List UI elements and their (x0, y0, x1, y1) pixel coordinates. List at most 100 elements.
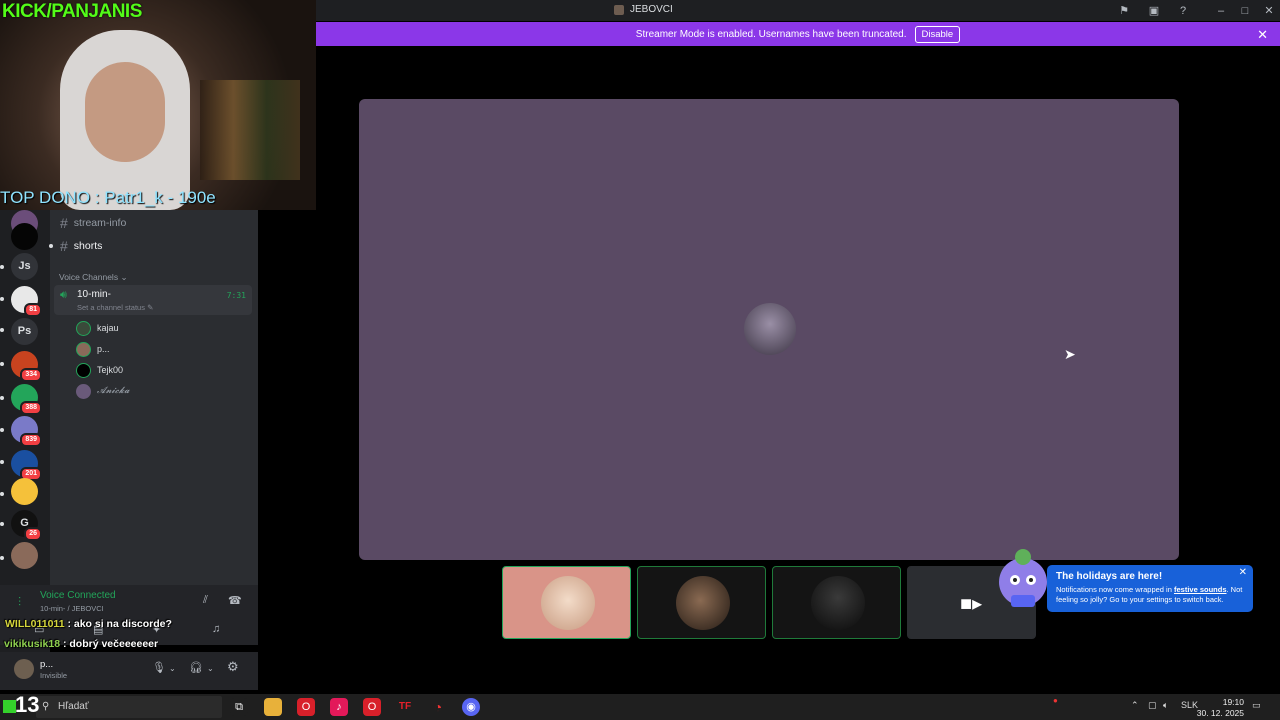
action-center-icon[interactable]: ▭ (1252, 700, 1261, 711)
avatar (76, 320, 91, 336)
volume-icon[interactable]: 🔈︎ (1163, 700, 1168, 711)
inbox-icon[interactable]: ⚑ (1116, 3, 1132, 19)
voice-connected-channel[interactable]: 10-min- / JEBOVCI (40, 604, 104, 613)
language-indicator[interactable]: SLK (1181, 700, 1198, 710)
banner-close-icon[interactable]: ✕ (1257, 27, 1268, 43)
channel-stream-info[interactable]: # stream-info (60, 215, 126, 231)
voice-user[interactable]: 𝓐𝓷𝓲𝓬𝓴𝓪 (76, 383, 129, 399)
speaker-icon: 🔊︎ (60, 289, 67, 301)
network-icon[interactable]: ▢ (1148, 700, 1157, 711)
server-icon[interactable]: Js (11, 253, 38, 280)
background-bottles (200, 80, 300, 180)
participant-thumbnail[interactable] (637, 566, 766, 639)
unread-pill (49, 244, 53, 248)
server-icon[interactable] (11, 223, 38, 250)
server-icon[interactable] (11, 478, 38, 505)
mention-badge: 81 (24, 303, 42, 317)
server-icon[interactable]: Ps (11, 318, 38, 345)
maximize-icon[interactable]: □ (1237, 3, 1253, 19)
avatar[interactable] (14, 659, 34, 679)
hash-icon: # (60, 215, 68, 231)
channel-list: # stream-info # shorts Voice Channels ⌄ … (49, 210, 258, 585)
festive-sounds-link[interactable]: festive sounds (1174, 585, 1227, 594)
screen-icon[interactable]: ▣ (1146, 3, 1162, 19)
notification-body: Notifications now come wrapped in festiv… (1056, 585, 1248, 605)
discord-icon[interactable]: ◉ (462, 698, 480, 716)
participant-thumbnail[interactable] (772, 566, 901, 639)
opera-icon[interactable]: O (363, 698, 381, 716)
voice-channel-timer: 7:31 (226, 291, 246, 300)
taskbar-search[interactable]: ⚲ Hľadať (36, 696, 222, 718)
noise-suppression-icon[interactable]: ⫽ (203, 594, 208, 607)
server-icon[interactable] (11, 542, 38, 569)
tf-icon[interactable]: TF (396, 698, 414, 716)
server-icon[interactable]: 839 (11, 416, 42, 447)
disable-button[interactable]: Disable (914, 25, 961, 43)
avatar (76, 341, 91, 357)
minimize-icon[interactable]: – (1213, 3, 1229, 19)
stats-icon[interactable]: ◔ (429, 698, 447, 716)
voice-user[interactable]: p... (76, 341, 110, 357)
avatar (76, 362, 91, 378)
channel-shorts[interactable]: # shorts (60, 238, 102, 254)
voice-connected-status[interactable]: Voice Connected (40, 590, 116, 601)
voice-user-name: p... (97, 344, 110, 354)
mention-badge: 26 (24, 527, 42, 541)
signal-icon: ⫶ (18, 595, 22, 609)
avatar (76, 383, 91, 399)
chevron-down-icon[interactable]: ⌄ (169, 664, 176, 673)
taskbar-clock[interactable]: 19:10 30. 12. 2025 (1197, 697, 1244, 719)
help-icon[interactable]: ? (1175, 3, 1191, 19)
server-icon[interactable]: G 26 (11, 510, 42, 541)
stream-chat-line: WILL011011 : ako si na discorde? (5, 618, 172, 630)
unread-pill (0, 396, 4, 400)
file-explorer-icon[interactable] (264, 698, 282, 716)
unread-pill (0, 362, 4, 366)
voice-user[interactable]: kajau (76, 320, 119, 336)
notification-dot-icon: ● (1053, 696, 1058, 705)
voice-user-name: 𝓐𝓷𝓲𝓬𝓴𝓪 (97, 386, 130, 396)
window-title-text: JEBOVCI (630, 4, 673, 15)
notification-body-text: Notifications now come wrapped in (1056, 585, 1174, 594)
microphone-icon[interactable]: 🎙︎ (152, 661, 166, 674)
tiktok-icon[interactable]: ♪ (330, 698, 348, 716)
task-view-icon[interactable]: ⧉ (230, 698, 248, 716)
chevron-down-icon[interactable]: ⌄ (207, 664, 214, 673)
holiday-notification[interactable]: The holidays are here! Notifications now… (1047, 565, 1253, 612)
tray-expand-icon[interactable]: ⌃ (1131, 700, 1139, 711)
voice-user[interactable]: Tejk00 (76, 362, 123, 378)
server-icon[interactable]: 201 (11, 450, 42, 481)
unread-pill (0, 522, 4, 526)
voice-user-name: kajau (97, 323, 119, 333)
headphones-icon[interactable]: 🎧︎ (189, 661, 203, 674)
search-icon: ⚲ (42, 701, 50, 712)
close-icon[interactable]: ✕ (1261, 3, 1277, 19)
mention-badge: 334 (20, 368, 42, 382)
server-label: Ps (17, 325, 32, 337)
streamer-webcam (0, 0, 316, 210)
app-root: ■▸ The holidays are here! Notifications … (0, 0, 1280, 720)
user-status: Invisible (40, 671, 68, 680)
gear-icon[interactable]: ⚙ (227, 659, 239, 675)
soundboard-icon[interactable]: ♫ (212, 623, 220, 635)
unread-pill (0, 556, 4, 560)
clock-time: 19:10 (1222, 697, 1244, 707)
server-icon[interactable]: 81 (11, 286, 42, 317)
channel-name: stream-info (73, 217, 127, 229)
voice-channels-header[interactable]: Voice Channels ⌄ (59, 272, 128, 283)
user-name[interactable]: p... (40, 659, 53, 670)
participant-avatar (676, 576, 730, 630)
kick-handle-overlay: KICK/PANJANIS (2, 1, 142, 22)
participant-thumbnail[interactable] (502, 566, 631, 639)
server-icon[interactable]: 334 (11, 351, 42, 382)
notification-close-icon[interactable]: ✕ (1239, 567, 1247, 578)
participant-avatar (811, 576, 865, 630)
chat-message: : ako si na discorde? (64, 618, 172, 630)
voice-channel[interactable]: 🔊︎ 10-min- 7:31 Set a channel status ✎ (54, 285, 252, 315)
channel-status[interactable]: Set a channel status ✎ (77, 303, 153, 312)
taskbar: ⚲ Hľadať 13 ⧉ O ♪ O TF ◔ ◉ ● ⌃ ▢ 🔈︎ SLK 1… (0, 692, 1280, 720)
disconnect-icon[interactable]: ☎ (228, 594, 242, 607)
mention-badge: 839 (20, 433, 42, 447)
opera-gx-icon[interactable]: O (297, 698, 315, 716)
server-icon[interactable]: 388 (11, 384, 42, 415)
